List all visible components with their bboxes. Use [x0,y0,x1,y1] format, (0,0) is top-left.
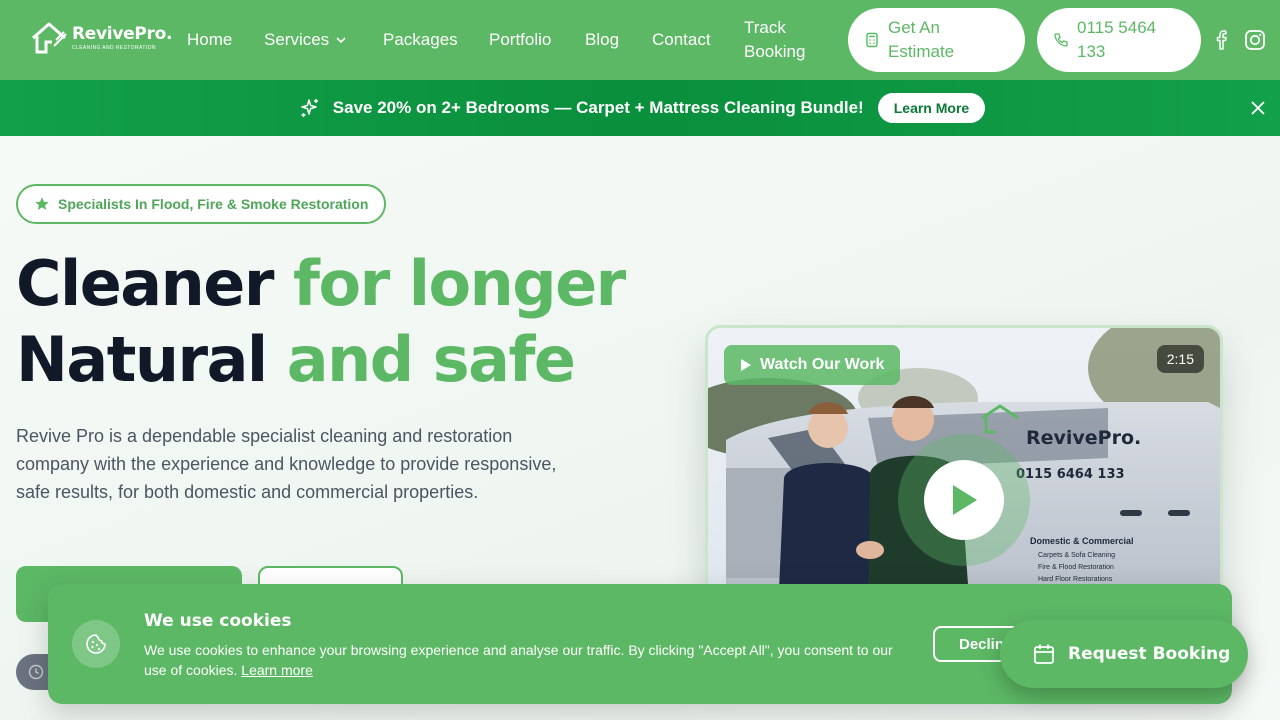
van-brand-text: RevivePro. [1026,427,1141,449]
nav-portfolio[interactable]: Portfolio [489,30,551,50]
hero-heading-line2-dark: Natural [16,323,268,396]
star-icon [35,197,49,210]
nav-track-booking[interactable]: Track Booking [744,16,834,64]
sparkles-icon [301,99,318,117]
nav-contact[interactable]: Contact [652,30,711,50]
nav-packages[interactable]: Packages [383,30,458,50]
brand-name: RevivePro. [72,23,173,44]
brand-tagline: CLEANING AND RESTORATION [72,44,156,51]
specialist-badge: Specialists In Flood, Fire & Smoke Resto… [16,184,387,224]
facebook-icon[interactable] [1214,29,1232,51]
hero-heading-line1-dark: Cleaner [16,247,274,320]
video-duration: 2:15 [1156,345,1204,373]
hero-heading-line1-green: for longer [293,247,626,320]
promo-bar: Save 20% on 2+ Bedrooms — Carpet + Mattr… [0,80,1280,136]
cookie-text: We use cookies to enhance your browsing … [144,640,914,680]
play-button-ring[interactable] [898,434,1030,566]
request-booking-label: Request Booking [1068,644,1231,664]
clock-icon [28,664,44,680]
hero-heading: Cleaner for longer Natural and safe [16,246,626,398]
cookie-learn-more-link[interactable]: Learn more [241,662,313,678]
calendar-icon [1034,644,1054,664]
hero-heading-line2-green: and safe [286,323,576,396]
van-list-item-3: Hard Floor Restorations [1038,576,1113,583]
van-list-item-2: Fire & Flood Restoration [1038,564,1114,571]
phone-icon [1054,33,1068,47]
phone-number: 0115 5464 133 [1077,18,1157,61]
chevron-down-icon [336,37,346,44]
nav-services[interactable]: Services [264,30,347,50]
specialist-badge-text: Specialists In Flood, Fire & Smoke Resto… [58,196,369,212]
watch-our-work-label: Watch Our Work [760,356,885,373]
brand-logo[interactable]: RevivePro. CLEANING AND RESTORATION [30,20,172,56]
watch-our-work-button[interactable]: Watch Our Work [724,345,901,385]
site-header: RevivePro. CLEANING AND RESTORATION Home… [0,0,1280,80]
calculator-icon [866,32,878,48]
nav-services-label: Services [264,30,330,49]
van-phone-text: 0115 6464 133 [1016,467,1125,482]
request-booking-button[interactable]: Request Booking [1000,620,1248,688]
get-estimate-button[interactable]: Get An Estimate [848,8,1025,72]
van-heading-text: Domestic & Commercial [1030,536,1134,546]
van-list-item-1: Carpets & Sofa Cleaning [1038,552,1115,559]
cookie-icon [86,634,106,654]
hero-description: Revive Pro is a dependable specialist cl… [16,426,557,502]
promo-text: Save 20% on 2+ Bedrooms — Carpet + Mattr… [332,98,864,117]
close-icon[interactable] [1250,100,1266,116]
cookie-title: We use cookies [144,611,292,631]
play-icon [953,485,977,515]
cookie-icon-wrap [72,620,120,668]
house-logo-icon [32,22,67,54]
instagram-icon[interactable] [1244,29,1266,51]
nav-blog[interactable]: Blog [585,30,619,50]
video-card[interactable]: RevivePro. 0115 6464 133 Domestic & Comm… [705,325,1223,615]
play-button[interactable] [924,460,1004,540]
nav-home[interactable]: Home [187,30,232,50]
get-estimate-label: Get An Estimate [888,18,955,61]
play-small-icon [741,359,751,371]
promo-learn-more-button[interactable]: Learn More [877,93,986,123]
phone-button[interactable]: 0115 5464 133 [1037,8,1201,72]
